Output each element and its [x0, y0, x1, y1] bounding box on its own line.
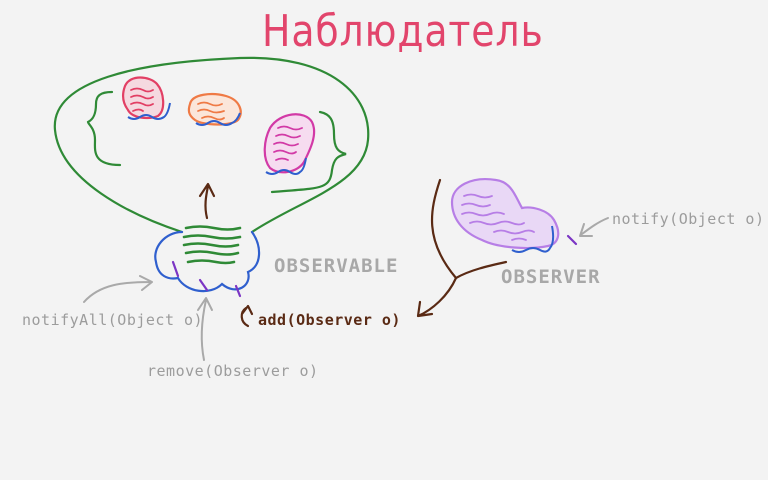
page-title: Наблюдатель	[262, 6, 544, 57]
observer-blob-orange	[187, 93, 242, 126]
observable-method-ticks	[171, 260, 242, 298]
remove-method-label: remove(Observer o)	[147, 362, 319, 380]
observer-label: OBSERVER	[501, 266, 601, 288]
add-hook	[240, 304, 254, 328]
observers-container-outline	[53, 56, 370, 234]
add-arrow	[416, 276, 458, 318]
observable-label: OBSERVABLE	[274, 255, 399, 277]
observer-blob-right	[450, 178, 560, 250]
diagram-drawing	[53, 56, 609, 361]
add-method-label: add(Observer o)	[258, 311, 401, 329]
diagram-canvas: Наблюдатель OBSERVABLE OBSERVER notify(O…	[0, 0, 768, 480]
left-bracket	[86, 90, 122, 167]
observable-list-lines	[182, 225, 242, 265]
observer-right-tick	[566, 234, 578, 246]
up-arrow	[198, 182, 216, 220]
notify-method-label: notify(Object o)	[612, 210, 765, 228]
observer-blob-magenta	[263, 113, 316, 174]
notify-all-method-label: notifyAll(Object o)	[22, 311, 204, 329]
